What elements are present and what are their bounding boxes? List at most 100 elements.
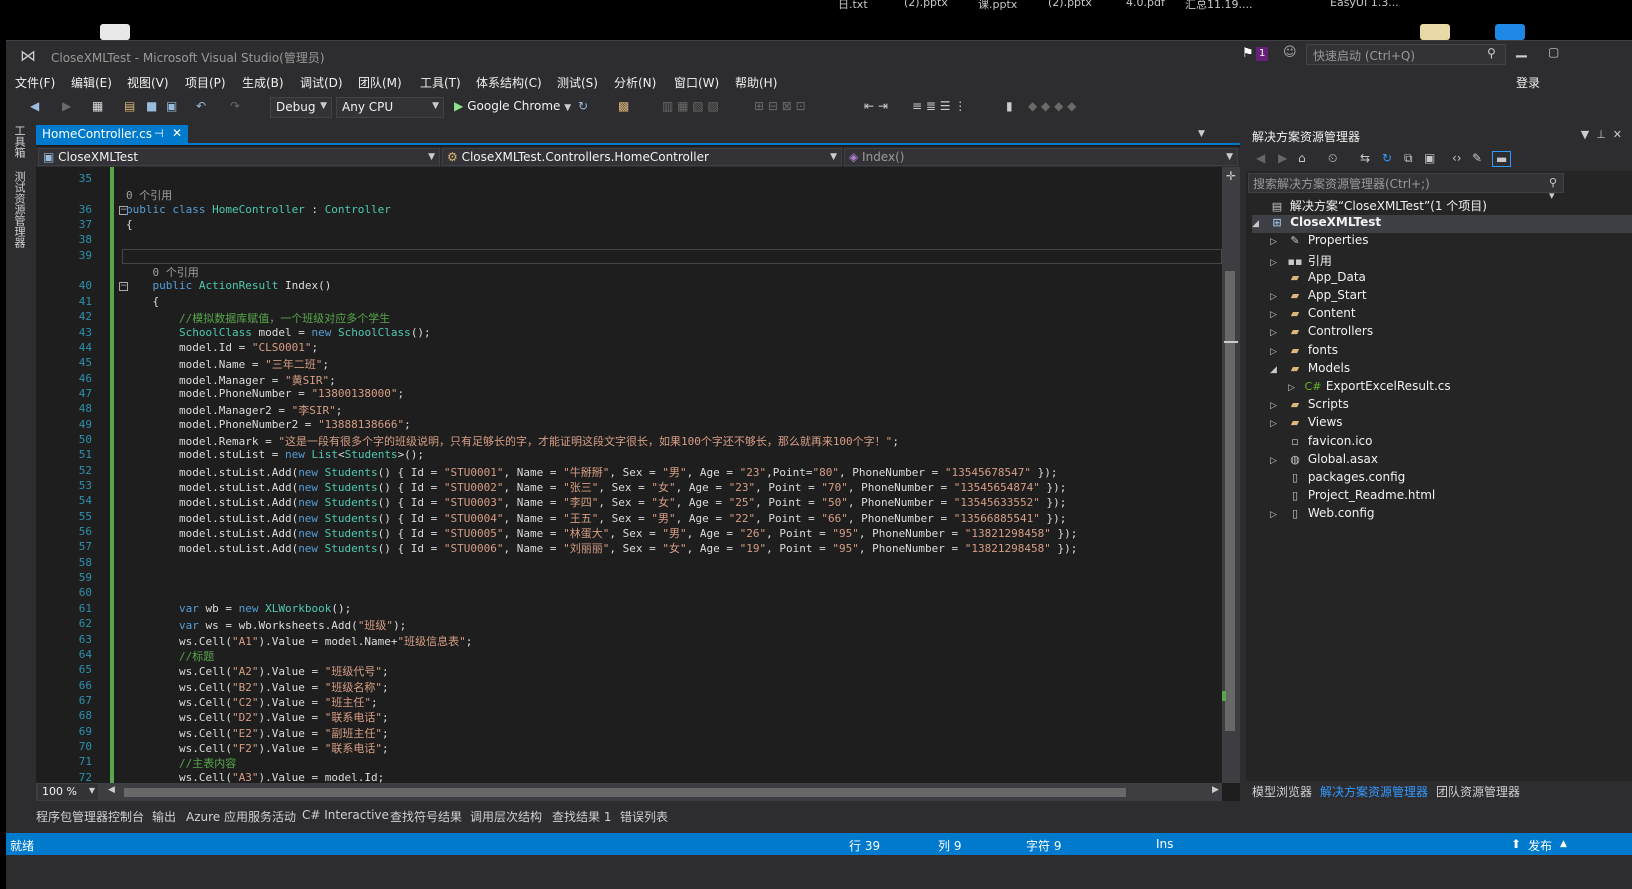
menu-team[interactable]: 团队(M) — [358, 74, 402, 91]
tab-azure-app-service-activity[interactable]: Azure 应用服务活动 — [186, 808, 296, 825]
new-project-icon[interactable]: ▦ — [92, 99, 103, 113]
search-icon[interactable]: ⚲ — [1487, 46, 1496, 60]
vertical-scroll-thumb[interactable] — [1225, 271, 1235, 731]
project-nav-select[interactable]: ▣ CloseXMLTest ▼ — [38, 148, 440, 166]
tree-item[interactable]: ▷ ▯ Web.config — [1270, 506, 1632, 524]
menu-tools[interactable]: 工具(T) — [420, 74, 461, 91]
back-icon[interactable]: ◀ — [1256, 151, 1265, 165]
indent-icon[interactable]: ≡ ≣ ☰ ⋮ — [912, 99, 966, 113]
zoom-select[interactable]: 100 % ▼ — [38, 784, 98, 800]
format-icon[interactable]: ⇤ ⇥ — [864, 99, 888, 113]
menu-edit[interactable]: 编辑(E) — [71, 74, 112, 91]
menu-build[interactable]: 生成(B) — [242, 74, 284, 91]
solution-configuration-select[interactable]: Debug ▼ — [270, 97, 332, 118]
collapse-all-icon[interactable]: ⧉ — [1404, 151, 1413, 166]
publish-button[interactable]: 发布 — [1528, 837, 1552, 854]
close-icon[interactable]: ✕ — [1613, 128, 1622, 141]
collapsed-arrow-icon[interactable]: ▷ — [1270, 292, 1286, 302]
test-explorer-tab[interactable]: 测试资源管理器 — [11, 171, 27, 248]
menu-architecture[interactable]: 体系结构(C) — [476, 74, 542, 91]
open-file-icon[interactable]: ▤ — [124, 99, 135, 113]
tab-call-hierarchy[interactable]: 调用层次结构 — [470, 808, 542, 825]
undo-icon[interactable]: ↶ — [196, 99, 206, 113]
pin-icon[interactable]: ⊥ — [1596, 128, 1606, 141]
scroll-left-icon[interactable]: ◀ — [108, 785, 115, 795]
tab-output[interactable]: 输出 — [152, 808, 176, 825]
tab-model-browser[interactable]: 模型浏览器 — [1252, 783, 1312, 800]
home-icon[interactable]: ⌂ — [1298, 151, 1306, 165]
code-view-icon[interactable]: ‹› — [1452, 151, 1462, 165]
desktop-icon-label[interactable]: 4.0.pdf — [1126, 0, 1165, 9]
tree-item[interactable]: ▷ ▰ Views — [1270, 415, 1632, 433]
solution-platform-select[interactable]: Any CPU ▼ — [336, 97, 444, 118]
tree-item[interactable]: ▷ ▰ Controllers — [1270, 324, 1632, 342]
expanded-arrow-icon[interactable]: ◢ — [1252, 219, 1268, 229]
desktop-icon-label[interactable]: EasyUI 1.3... — [1330, 0, 1399, 9]
toolbox-tab[interactable]: 工具箱 — [11, 125, 27, 158]
preview-selected-icon[interactable]: ▬ — [1492, 151, 1512, 167]
browser-link-icon[interactable]: ▩ — [618, 99, 629, 113]
tree-item[interactable]: ▷ ◍ Global.asax — [1270, 452, 1632, 470]
tab-solution-explorer[interactable]: 解决方案资源管理器 — [1320, 783, 1428, 800]
chevron-down-icon[interactable]: ▼ — [1581, 128, 1589, 141]
sign-in-link[interactable]: 登录 — [1516, 74, 1540, 91]
tree-item[interactable]: ▫ favicon.ico — [1270, 434, 1632, 452]
collapsed-arrow-icon[interactable]: ▷ — [1270, 347, 1286, 357]
properties-wrench-icon[interactable]: ✎ — [1472, 151, 1482, 165]
collapsed-arrow-icon[interactable]: ▷ — [1270, 258, 1286, 268]
refresh-icon[interactable]: ↻ — [578, 99, 588, 113]
collapsed-arrow-icon[interactable]: ▷ — [1270, 237, 1286, 247]
tree-item[interactable]: ▷ ▰ fonts — [1270, 343, 1632, 361]
menu-test[interactable]: 测试(S) — [557, 74, 598, 91]
tree-item[interactable]: ▷ C# ExportExcelResult.cs — [1288, 379, 1632, 397]
sync-icon[interactable]: ⇆ — [1360, 151, 1370, 165]
menu-view[interactable]: 视图(V) — [127, 74, 169, 91]
minimize-button[interactable]: ▁ — [1516, 42, 1527, 58]
tab-homecontroller[interactable]: HomeController.cs ⊣ ✕ — [36, 125, 188, 145]
tree-item[interactable]: ◢ ⊞ CloseXMLTest — [1252, 215, 1632, 234]
desktop-icon-label[interactable]: 汇总11.19.... — [1185, 0, 1252, 12]
show-all-files-icon[interactable]: ▣ — [1424, 151, 1435, 165]
upload-arrow-icon[interactable]: ⬆ — [1511, 837, 1521, 851]
desktop-file-icon[interactable] — [100, 24, 130, 40]
tab-csharp-interactive[interactable]: C# Interactive — [302, 808, 389, 822]
menu-debug[interactable]: 调试(D) — [300, 74, 343, 91]
horizontal-scroll-thumb[interactable] — [124, 788, 1126, 797]
type-nav-select[interactable]: ⚙ CloseXMLTest.Controllers.HomeControlle… — [442, 148, 842, 166]
quick-launch-input[interactable]: 快速启动 (Ctrl+Q) — [1306, 44, 1506, 65]
menu-help[interactable]: 帮助(H) — [735, 74, 777, 91]
split-editor-icon[interactable]: ✛ — [1226, 169, 1236, 183]
tree-item[interactable]: ▷ ▰ Content — [1270, 306, 1632, 324]
desktop-icon-label[interactable]: 课.pptx — [978, 0, 1017, 12]
back-icon[interactable]: ◀ — [30, 99, 39, 113]
tree-item[interactable]: ▯ packages.config — [1270, 470, 1632, 488]
tab-team-explorer[interactable]: 团队资源管理器 — [1436, 783, 1520, 800]
code-editor[interactable]: 35 36 37 38 39 40 41 42 43 44 45 46 47 48 49 50 51 52 53 54… — [36, 167, 1222, 783]
notification-count[interactable]: 1 — [1256, 47, 1269, 61]
desktop-icon-label[interactable]: 日.txt — [838, 0, 868, 12]
member-nav-select[interactable]: ◈ Index() ▼ — [844, 148, 1238, 166]
tree-item[interactable]: ▯ Project_Readme.html — [1270, 488, 1632, 506]
refresh-icon[interactable]: ↻ — [1382, 151, 1392, 165]
start-debugging-button[interactable]: ▶ Google Chrome ▼ — [452, 97, 573, 118]
menu-analyze[interactable]: 分析(N) — [614, 74, 656, 91]
bookmark-icon[interactable]: ▮ — [1006, 99, 1013, 113]
tree-item[interactable]: ▷ ▰ Scripts — [1270, 397, 1632, 415]
close-icon[interactable]: ✕ — [172, 126, 182, 140]
tab-package-manager-console[interactable]: 程序包管理器控制台 — [36, 808, 144, 825]
forward-icon[interactable]: ▶ — [1278, 151, 1287, 165]
desktop-folder-icon[interactable] — [1420, 24, 1450, 40]
menu-file[interactable]: 文件(F) — [15, 74, 55, 91]
tab-error-list[interactable]: 错误列表 — [620, 808, 668, 825]
desktop-app-icon[interactable] — [1495, 24, 1525, 40]
tree-item[interactable]: ◢ ▰ Models — [1270, 361, 1632, 379]
notification-flag-icon[interactable]: ⚑ — [1242, 46, 1254, 61]
collapsed-arrow-icon[interactable]: ▷ — [1270, 419, 1286, 429]
menu-window[interactable]: 窗口(W) — [674, 74, 719, 91]
reference-codelens[interactable]: 0 个引用 — [126, 189, 172, 202]
tab-find-results-1[interactable]: 查找结果 1 — [552, 808, 611, 825]
collapsed-arrow-icon[interactable]: ▷ — [1270, 328, 1286, 338]
reference-codelens[interactable]: 0 个引用 — [126, 266, 198, 279]
collapsed-arrow-icon[interactable]: ▷ — [1270, 456, 1286, 466]
save-all-icon[interactable]: ▣ — [166, 99, 177, 113]
